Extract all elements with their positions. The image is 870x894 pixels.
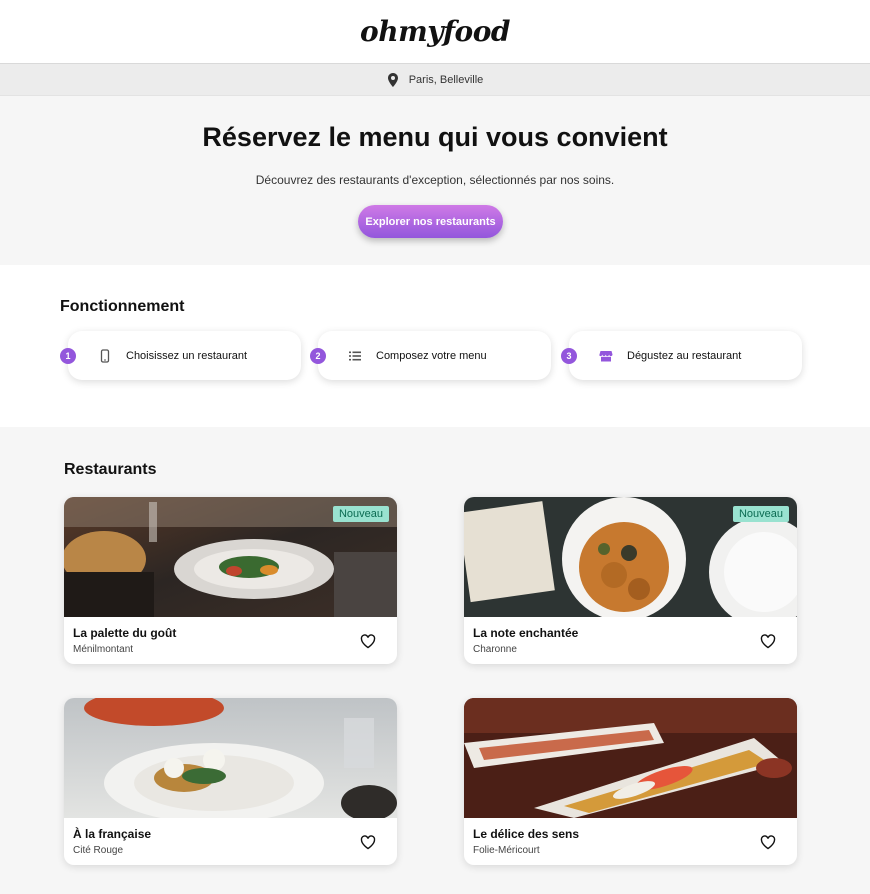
restaurant-area: Ménilmontant — [73, 644, 134, 655]
section-title: Fonctionnement — [60, 298, 185, 315]
heart-icon[interactable] — [760, 835, 776, 850]
hero-section: Réservez le menu qui vous convient Décou… — [0, 96, 870, 265]
section-title: Restaurants — [64, 461, 157, 478]
restaurant-area: Cité Rouge — [73, 845, 124, 856]
logo[interactable]: ohmyfood — [360, 15, 510, 48]
map-pin-icon — [387, 72, 398, 87]
new-badge: Nouveau — [732, 506, 789, 522]
step-label: Composez votre menu — [376, 350, 487, 362]
heart-icon[interactable] — [360, 835, 376, 850]
heart-icon[interactable] — [760, 634, 776, 649]
step-number: 3 — [561, 348, 577, 364]
restaurant-name: La note enchantée — [473, 626, 579, 640]
restaurant-photo — [464, 698, 797, 818]
list-icon — [349, 351, 361, 361]
step-card-1: 1 Choisissez un restaurant — [60, 331, 301, 380]
step-card-3: 3 Dégustez au restaurant — [561, 331, 802, 380]
explore-restaurants-button[interactable]: Explorer nos restaurants — [358, 205, 503, 238]
site-header: ohmyfood — [0, 0, 870, 63]
restaurant-photo — [64, 698, 397, 818]
location-text: Paris, Belleville — [408, 73, 484, 86]
mobile-phone-icon — [100, 349, 110, 363]
location-bar: Paris, Belleville — [0, 63, 870, 96]
restaurant-area: Folie-Méricourt — [473, 845, 540, 856]
hero-subtitle: Découvrez des restaurants d'exception, s… — [255, 173, 615, 187]
new-badge: Nouveau — [332, 506, 389, 522]
restaurant-card[interactable]: Le délice des sens Folie-Méricourt — [464, 698, 797, 865]
restaurant-name: Le délice des sens — [473, 827, 580, 841]
step-card-2: 2 Composez votre menu — [310, 331, 551, 380]
restaurants-section: Restaurants Nouveau La palette du goût M… — [0, 427, 870, 894]
step-number: 2 — [310, 348, 326, 364]
step-number: 1 — [60, 348, 76, 364]
step-label: Dégustez au restaurant — [627, 350, 742, 362]
restaurant-card[interactable]: Nouveau La note enchantée Charonne — [464, 497, 797, 664]
restaurant-name: À la française — [73, 827, 152, 841]
heart-icon[interactable] — [360, 634, 376, 649]
store-icon — [599, 351, 613, 362]
step-label: Choisissez un restaurant — [126, 350, 248, 362]
restaurant-area: Charonne — [473, 644, 517, 655]
restaurant-card[interactable]: À la française Cité Rouge — [64, 698, 397, 865]
how-it-works-section: Fonctionnement 1 Choisissez un restauran… — [0, 265, 870, 427]
hero-title: Réservez le menu qui vous convient — [202, 122, 668, 152]
restaurant-name: La palette du goût — [73, 626, 177, 640]
restaurant-card[interactable]: Nouveau La palette du goût Ménilmontant — [64, 497, 397, 664]
